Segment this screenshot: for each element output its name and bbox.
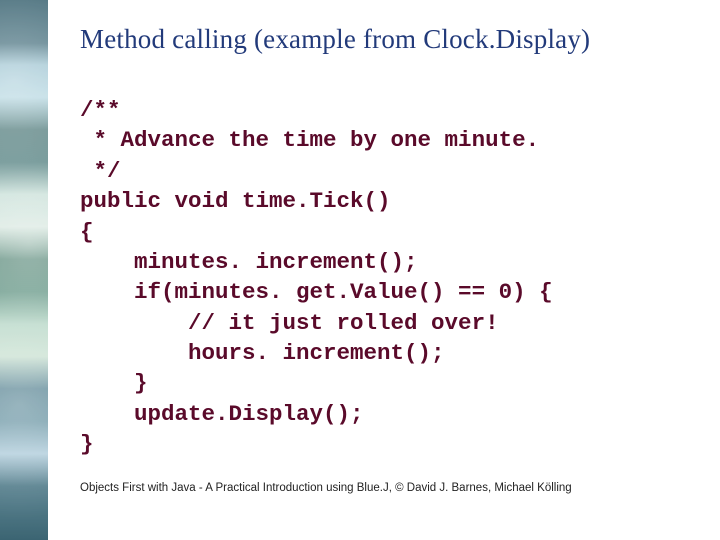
slide-title: Method calling (example from Clock.Displ… — [80, 24, 680, 55]
slide-content: Method calling (example from Clock.Displ… — [0, 0, 720, 540]
slide-footer: Objects First with Java - A Practical In… — [80, 482, 572, 494]
code-block: /** * Advance the time by one minute. */… — [80, 95, 680, 460]
